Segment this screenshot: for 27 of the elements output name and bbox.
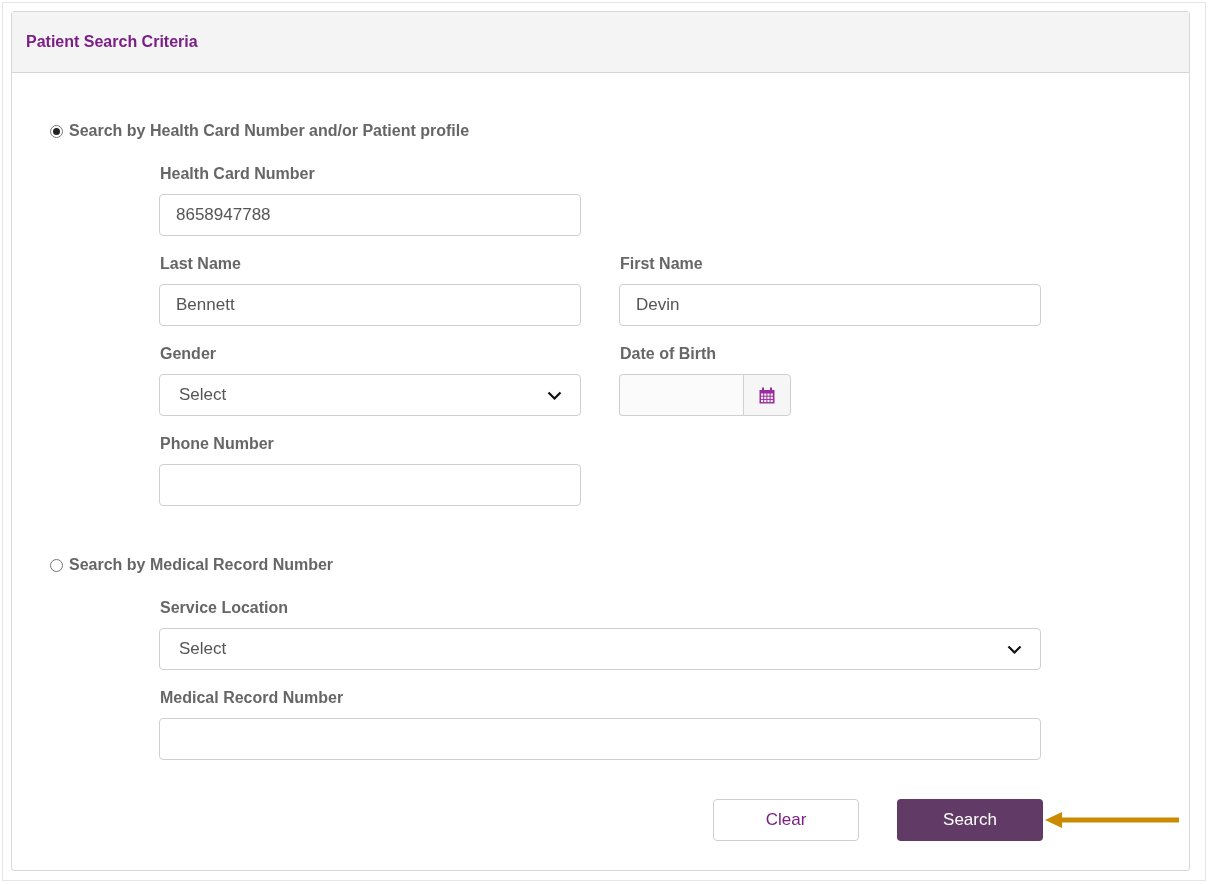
input-field[interactable]: 8658947788 — [159, 194, 581, 236]
select-dropdown[interactable]: Select — [159, 374, 581, 416]
calendar-icon — [759, 386, 775, 404]
field-label: Service Location — [159, 598, 290, 618]
option-label[interactable]: Search by Health Card Number and/or Patient profile — [69, 122, 470, 140]
option-label[interactable]: Search by Medical Record Number — [69, 556, 334, 574]
radio-button[interactable] — [50, 558, 63, 572]
input-field[interactable] — [159, 464, 581, 506]
select-dropdown[interactable]: Select — [159, 628, 1041, 670]
calendar-button[interactable] — [743, 374, 791, 416]
field-label: Last Name — [159, 254, 242, 274]
chevron-down-icon — [547, 390, 562, 400]
field-label: Phone Number — [159, 434, 275, 454]
input-field[interactable]: Devin — [619, 284, 1041, 326]
field-label: Health Card Number — [159, 164, 316, 184]
field-label: Date of Birth — [619, 344, 717, 364]
clear-button[interactable]: Clear — [713, 799, 859, 841]
date-field[interactable] — [619, 374, 743, 416]
chevron-down-icon — [1007, 644, 1022, 654]
radio-button[interactable] — [50, 124, 63, 138]
input-field[interactable]: Bennett — [159, 284, 581, 326]
input-field[interactable] — [159, 718, 1041, 760]
field-label: Gender — [159, 344, 217, 364]
field-label: First Name — [619, 254, 704, 274]
field-label: Medical Record Number — [159, 688, 345, 708]
panel-title: Patient Search Criteria — [26, 33, 198, 51]
search-button[interactable]: Search — [897, 799, 1043, 841]
